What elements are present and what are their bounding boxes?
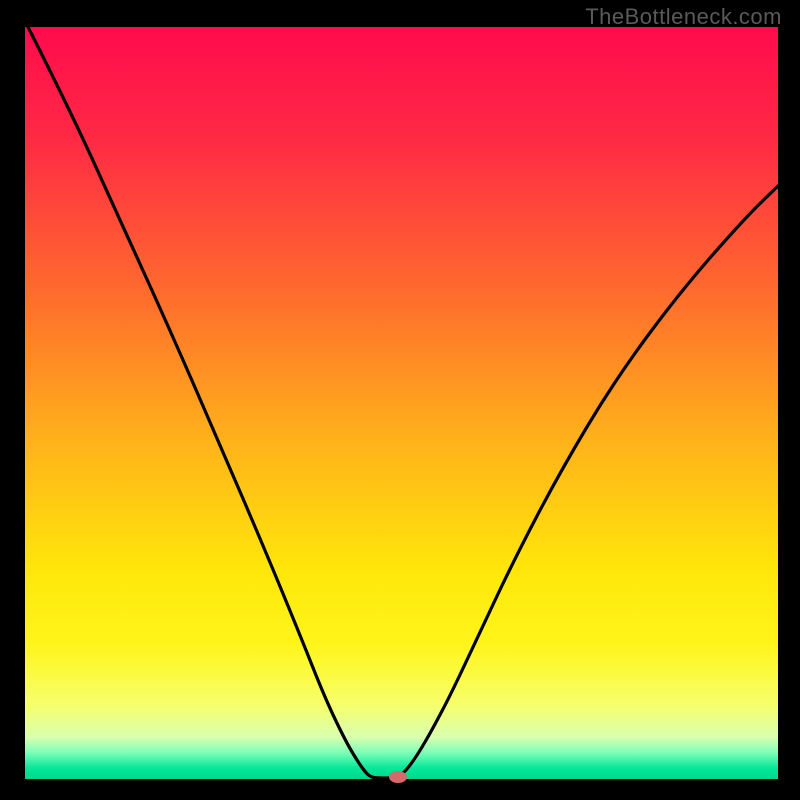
plot-background-gradient	[25, 27, 778, 779]
watermark-text: TheBottleneck.com	[585, 4, 782, 30]
chart-frame: TheBottleneck.com	[0, 0, 800, 800]
bottleneck-chart	[0, 0, 800, 800]
minimum-marker	[389, 771, 407, 783]
